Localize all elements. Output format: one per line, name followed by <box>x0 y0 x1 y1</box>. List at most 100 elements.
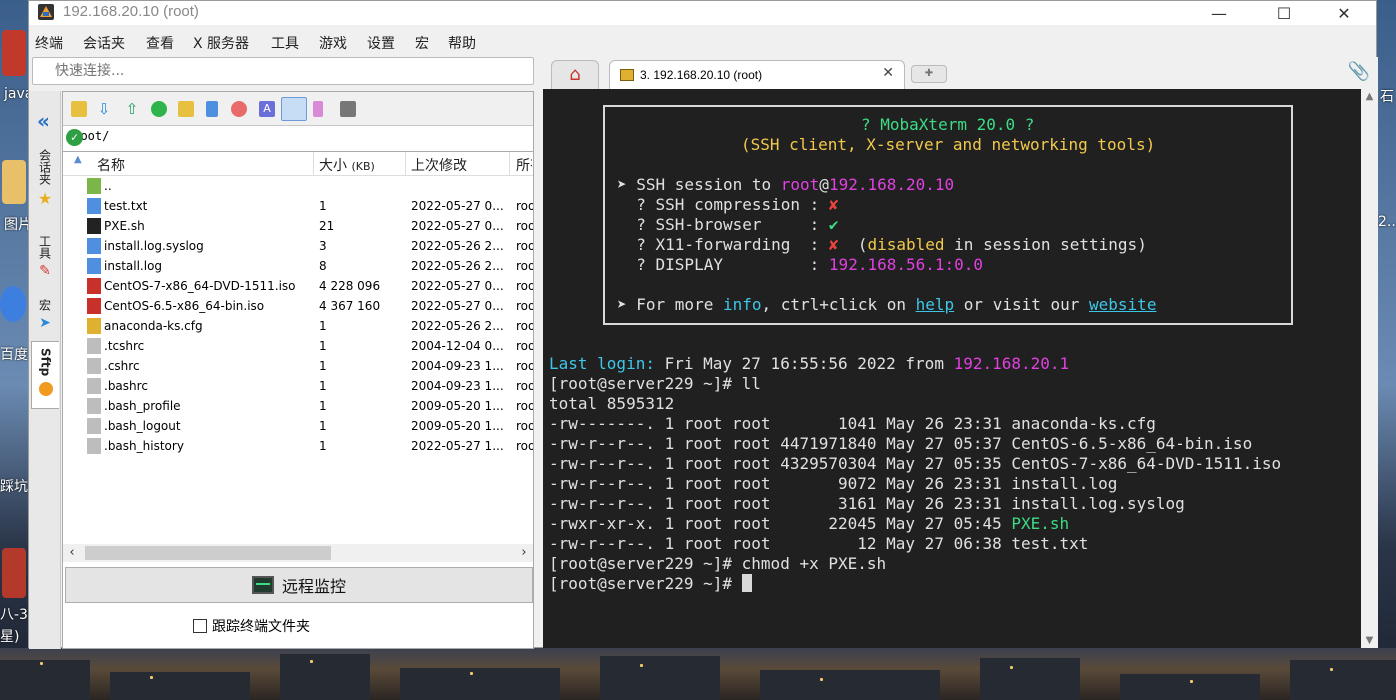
terminal-text: -rw-r--r--. 1 root root 12 May 27 06:38 … <box>549 534 1089 553</box>
file-name: install.log.syslog <box>104 239 204 253</box>
file-name: .bash_history <box>104 439 184 453</box>
tab-sftp-label: Sftp <box>38 348 53 377</box>
file-modified: 2022-05-27 0... <box>411 219 504 233</box>
delete-icon[interactable] <box>231 101 247 117</box>
new-folder-icon[interactable] <box>178 101 194 117</box>
ssh-session-icon <box>620 69 634 81</box>
terminal-line: (SSH client, X-server and networking too… <box>741 135 1155 155</box>
column-name[interactable]: 名称 <box>97 155 125 175</box>
menu-xserver[interactable]: X 服务器 <box>193 33 249 53</box>
terminal-text: ? X11-forwarding : <box>617 235 829 254</box>
terminal-text: ➤ SSH session to <box>617 175 781 194</box>
file-modified: 2022-05-27 1... <box>411 439 504 453</box>
menu-tools[interactable]: 工具 <box>271 33 299 53</box>
follow-terminal-checkbox[interactable]: 跟踪终端文件夹 <box>193 616 310 636</box>
menu-games[interactable]: 游戏 <box>319 33 347 53</box>
new-tab-button[interactable]: ✚ <box>911 65 947 83</box>
terminal-text[interactable]: website <box>1089 295 1156 314</box>
desktop-icon-archive[interactable] <box>2 548 26 598</box>
file-row[interactable]: .bash_profile 1 2009-05-20 1... roo <box>63 396 533 416</box>
terminal-cursor <box>741 574 752 592</box>
download-icon[interactable]: ⇩ <box>96 101 112 117</box>
monitor-icon <box>251 576 274 594</box>
parent-folder-icon[interactable] <box>71 101 87 117</box>
title-bar[interactable]: 192.168.20.10 (root) — ☐ ✕ <box>29 1 1376 25</box>
mobaxterm-icon <box>38 4 54 20</box>
vertical-scrollbar[interactable]: ▲ ▼ <box>1361 89 1378 648</box>
tab-sftp[interactable]: Sftp <box>31 341 59 409</box>
tab-macros[interactable]: 宏 ➤ <box>31 299 59 331</box>
quick-connect-input[interactable] <box>33 58 533 84</box>
path-ok-icon[interactable]: ✓ <box>66 129 83 146</box>
terminal-text: -rw-r--r--. 1 root root 3161 May 26 23:3… <box>549 494 1185 513</box>
minimize-button[interactable]: — <box>1196 1 1242 25</box>
desktop-icon-java[interactable] <box>2 30 26 76</box>
scroll-down-icon[interactable]: ▼ <box>1361 635 1378 646</box>
close-tab-icon[interactable]: ✕ <box>882 65 894 81</box>
tab-tools[interactable]: 工具 ✎ <box>31 235 59 279</box>
file-row[interactable]: test.txt 1 2022-05-27 0... roo <box>63 196 533 216</box>
refresh-icon[interactable] <box>151 101 167 117</box>
file-row[interactable]: .bash_history 1 2022-05-27 1... roo <box>63 436 533 456</box>
column-modified[interactable]: 上次修改 <box>411 155 467 175</box>
file-row[interactable]: .tcshrc 1 2004-12-04 0... roo <box>63 336 533 356</box>
file-row[interactable]: CentOS-7-x86_64-DVD-1511.iso 4 228 096 202… <box>63 276 533 296</box>
column-owner[interactable]: 所有 <box>516 155 532 175</box>
maximize-button[interactable]: ☐ <box>1261 1 1307 25</box>
terminal-text[interactable]: help <box>916 295 955 314</box>
attach-icon[interactable]: 📎 <box>1348 61 1370 82</box>
file-size: 8 <box>319 259 327 273</box>
desktop-icon-folder[interactable] <box>2 160 26 204</box>
scroll-left-icon[interactable]: ‹ <box>63 544 81 562</box>
file-owner: roo <box>516 339 533 353</box>
file-size: 1 <box>319 379 327 393</box>
terminal-text: -rw-------. 1 root root 1041 May 26 23:3… <box>549 414 1156 433</box>
terminal-icon[interactable] <box>340 101 356 117</box>
tab-sessions-label: 会话夹 <box>37 149 52 185</box>
scroll-right-icon[interactable]: › <box>515 544 533 562</box>
upload-icon[interactable]: ⇧ <box>124 101 140 117</box>
session-tab[interactable]: 3. 192.168.20.10 (root) ✕ <box>609 60 905 89</box>
file-row[interactable]: CentOS-6.5-x86_64-bin.iso 4 367 160 2022-0… <box>63 296 533 316</box>
terminal-text: [root@server229 ~]# <box>549 574 742 593</box>
menu-sessions[interactable]: 会话夹 <box>83 33 125 53</box>
scroll-up-icon[interactable]: ▲ <box>1361 91 1378 102</box>
file-size: 4 228 096 <box>319 279 381 293</box>
terminal-line: ? X11-forwarding : ✘ (disabled in sessio… <box>617 235 1147 255</box>
path-bar[interactable]: /root/ ✓ <box>63 126 533 152</box>
file-row[interactable]: install.log 8 2022-05-26 2... roo <box>63 256 533 276</box>
desktop-icon-baidu[interactable] <box>0 286 26 322</box>
rename-icon[interactable]: A <box>259 101 275 117</box>
terminal[interactable]: ? MobaXterm 20.0 ? (SSH client, X-server … <box>543 89 1361 648</box>
menu-macros[interactable]: 宏 <box>415 33 429 53</box>
file-row[interactable]: .cshrc 1 2004-09-23 1... roo <box>63 356 533 376</box>
file-row[interactable]: install.log.syslog 3 2022-05-26 2... roo <box>63 236 533 256</box>
file-row[interactable]: anaconda-ks.cfg 1 2022-05-26 2... roo <box>63 316 533 336</box>
terminal-sync-icon[interactable] <box>281 97 307 121</box>
menu-settings[interactable]: 设置 <box>367 33 395 53</box>
file-size: 21 <box>319 219 335 233</box>
file-row[interactable]: .bash_logout 1 2009-05-20 1... roo <box>63 416 533 436</box>
menu-view[interactable]: 查看 <box>146 33 174 53</box>
column-size[interactable]: 大小 (KB) <box>319 155 375 175</box>
follow-terminal-label: 跟踪终端文件夹 <box>212 619 310 635</box>
close-button[interactable]: ✕ <box>1321 1 1367 25</box>
terminal-text: ? SSH compression : <box>617 195 829 214</box>
tab-sessions[interactable]: 会话夹 ★ <box>31 149 59 208</box>
file-row[interactable]: PXE.sh 21 2022-05-27 0... roo <box>63 216 533 236</box>
desktop-label: 八-3 <box>0 607 28 623</box>
menu-help[interactable]: 帮助 <box>448 33 476 53</box>
new-file-icon[interactable] <box>206 101 218 117</box>
file-row[interactable]: .bashrc 1 2004-09-23 1... roo <box>63 376 533 396</box>
horizontal-scrollbar[interactable]: ‹ › <box>63 544 533 562</box>
scrollbar-thumb[interactable] <box>85 546 331 560</box>
file-row[interactable]: .. <box>63 176 533 196</box>
settings-wand-icon[interactable] <box>313 101 323 117</box>
remote-monitor-button[interactable]: 远程监控 <box>65 567 533 603</box>
collapse-sidebar-icon[interactable]: « <box>37 109 50 133</box>
file-modified: 2022-05-26 2... <box>411 319 504 333</box>
home-tab[interactable]: ⌂ <box>551 60 599 89</box>
file-modified: 2022-05-27 0... <box>411 279 504 293</box>
checkbox-icon[interactable] <box>193 619 207 633</box>
menu-terminal[interactable]: 终端 <box>35 33 63 53</box>
